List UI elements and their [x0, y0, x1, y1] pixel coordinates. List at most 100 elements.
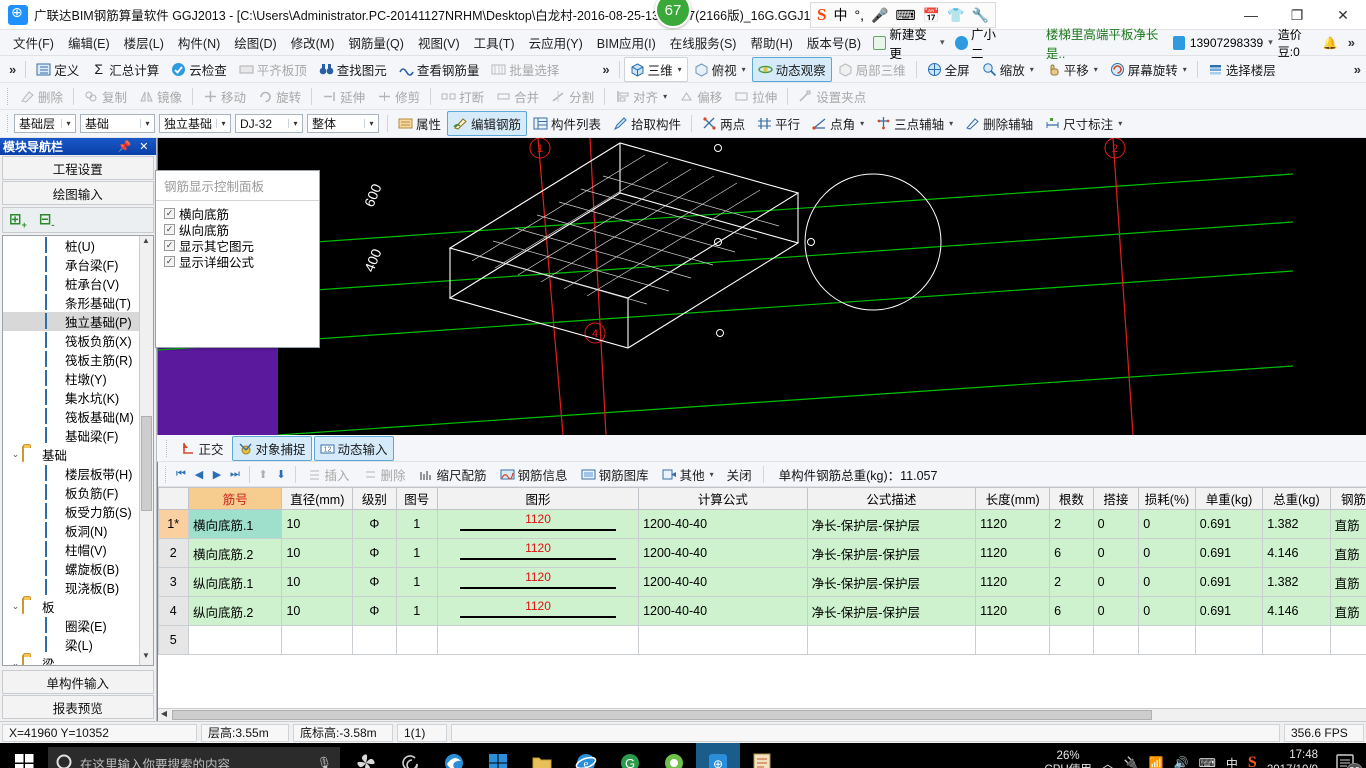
cell-count[interactable]: 6	[1049, 596, 1094, 626]
tree-item[interactable]: 基础梁(F)	[3, 426, 153, 445]
tree-item[interactable]: 桩(U)	[3, 236, 153, 255]
grip-handle[interactable]	[164, 465, 169, 483]
cell-unitw[interactable]	[1194, 625, 1264, 655]
find-element-button[interactable]: 查找图元	[313, 57, 393, 82]
table-row[interactable]: 1* 横向底筋.1 10 Φ 1 1120 1200-40-40 净长-保护层-保护层 1120…	[157, 509, 1366, 539]
table-header-rowno[interactable]	[157, 487, 189, 510]
cell-totalw[interactable]: 1.382	[1262, 509, 1331, 539]
trim-button[interactable]: 修剪	[371, 84, 426, 109]
tree-folder[interactable]: ⌄ 基础	[3, 445, 153, 464]
checkbox-icon[interactable]: ✓	[164, 239, 175, 251]
search-box[interactable]: 在这里输入你要搜索的内容 🎙	[48, 747, 340, 768]
cell-formula[interactable]: 1200-40-40	[638, 596, 808, 626]
cell-name[interactable]: 横向底筋.1	[187, 509, 283, 539]
chevron-down-icon[interactable]: ⌄	[9, 601, 22, 612]
ime-lang-indicator[interactable]: 中	[1226, 755, 1238, 768]
tree-item[interactable]: 楼层板带(H)	[3, 464, 153, 483]
first-record-button[interactable]: ⏮	[173, 468, 190, 481]
chevron-down-icon[interactable]: ▾	[1094, 65, 1098, 74]
view-3d-button[interactable]: 三维 ▾	[623, 56, 688, 82]
bell-icon[interactable]: 🔔	[1323, 36, 1338, 50]
menu-item-edit[interactable]: 编辑(E)	[61, 30, 117, 55]
tree-item[interactable]: 桩承台(V)	[3, 274, 153, 293]
taskbar-app-store[interactable]	[476, 743, 520, 768]
cell-formula[interactable]: 1200-40-40	[638, 538, 808, 568]
tree-item[interactable]: 现浇板(B)	[3, 578, 153, 597]
last-record-button[interactable]: ⏭	[227, 468, 244, 481]
cell-totalw[interactable]	[1262, 625, 1331, 655]
cell-figno[interactable]: 1	[395, 596, 438, 626]
table-header-shape[interactable]: 图形	[436, 487, 640, 510]
user-account-button[interactable]: 广小二	[950, 22, 1012, 64]
scroll-up-icon[interactable]: ▲	[140, 236, 153, 250]
drawing-viewport[interactable]: 1 2 4 600 400	[156, 138, 1366, 435]
sidebar-button-project-settings[interactable]: 工程设置	[2, 156, 154, 180]
insert-row-button[interactable]: 插入	[301, 462, 356, 487]
cell-lap[interactable]: 0	[1092, 567, 1140, 597]
extend-button[interactable]: 延伸	[316, 84, 371, 109]
tray-expand-icon[interactable]: ︿	[1102, 755, 1114, 768]
tree-item[interactable]: 条形基础(T)	[3, 293, 153, 312]
tree-item[interactable]: 柱帽(V)	[3, 540, 153, 559]
chevron-down-icon[interactable]: ▾	[61, 119, 75, 128]
cell-desc[interactable]: 净长-保护层-保护层	[806, 567, 977, 597]
cell-formula[interactable]: 1200-40-40	[638, 567, 808, 597]
tree-item[interactable]: 承台梁(F)	[3, 255, 153, 274]
cell-rowno[interactable]: 2	[157, 538, 189, 568]
cell-count[interactable]	[1049, 625, 1094, 655]
cell-name[interactable]	[187, 625, 283, 655]
cell-loss[interactable]	[1138, 625, 1196, 655]
floor-combo[interactable]: 基础层 ▾	[14, 114, 76, 133]
cell-figno[interactable]	[395, 625, 438, 655]
table-header-length[interactable]: 长度(mm)	[975, 487, 1051, 510]
cell-loss[interactable]: 0	[1138, 567, 1196, 597]
table-header-name[interactable]: 筋号	[187, 487, 283, 510]
batch-select-button[interactable]: 批量选择	[485, 57, 565, 82]
cell-grade[interactable]: Φ	[352, 596, 397, 626]
cell-cat[interactable]	[1329, 625, 1366, 655]
cell-diameter[interactable]: 10	[281, 567, 354, 597]
cell-desc[interactable]	[806, 625, 977, 655]
cell-figno[interactable]: 1	[395, 509, 438, 539]
component-list-button[interactable]: 构件列表	[527, 111, 607, 136]
chevron-down-icon[interactable]: ▾	[1268, 37, 1273, 48]
taskbar-app-folder[interactable]	[520, 743, 564, 768]
table-header-cat[interactable]: 钢筋归类	[1329, 487, 1366, 510]
dynamic-observe-button[interactable]: 动态观察	[751, 56, 832, 82]
chevron-down-icon[interactable]: ▾	[742, 65, 746, 74]
hscroll-thumb[interactable]	[171, 710, 1152, 720]
parallel-axis-button[interactable]: 平行	[751, 111, 806, 136]
cell-rowno[interactable]: 5	[157, 625, 189, 655]
tree-item[interactable]: 柱墩(Y)	[3, 369, 153, 388]
table-hscrollbar[interactable]: ◀ ▶	[157, 708, 1366, 721]
next-record-button[interactable]: ▶	[209, 468, 226, 481]
taskbar-app-pinwheel[interactable]	[344, 743, 388, 768]
cell-length[interactable]	[975, 625, 1051, 655]
two-point-axis-button[interactable]: 两点	[696, 111, 751, 136]
cell-length[interactable]: 1120	[975, 538, 1051, 568]
chevron-down-icon[interactable]: ▾	[1118, 119, 1122, 128]
split-button[interactable]: 分割	[545, 84, 600, 109]
menu-item-floor[interactable]: 楼层(L)	[117, 30, 171, 55]
menu-item-view[interactable]: 视图(V)	[411, 30, 467, 55]
cell-cat[interactable]: 直筋	[1329, 596, 1366, 626]
table-header-totalw[interactable]: 总重(kg)	[1262, 487, 1331, 510]
merge-button[interactable]: 合并	[490, 84, 545, 109]
scroll-thumb[interactable]	[140, 416, 152, 511]
mirror-button[interactable]: 镜像	[133, 84, 188, 109]
tree-item[interactable]: 筏板主筋(R)	[3, 350, 153, 369]
menu-item-draw[interactable]: 绘图(D)	[227, 30, 283, 55]
cell-lap[interactable]	[1092, 625, 1140, 655]
checkbox-icon[interactable]: ✓	[164, 255, 175, 267]
cell-unitw[interactable]: 0.691	[1194, 509, 1264, 539]
chevron-down-icon[interactable]: ▾	[678, 65, 682, 74]
object-snap-button[interactable]: 对象捕捉	[231, 435, 312, 461]
component-combo[interactable]: DJ-32 ▾	[235, 114, 303, 133]
cell-grade[interactable]: Φ	[352, 509, 397, 539]
dimension-button[interactable]: 尺寸标注 ▾	[1039, 111, 1128, 136]
category-combo[interactable]: 基础 ▾	[80, 114, 155, 133]
sidebar-button-single-component[interactable]: 单构件输入	[2, 670, 154, 694]
chevron-down-icon[interactable]: ▾	[140, 119, 154, 128]
chevron-down-icon[interactable]: ▾	[288, 119, 302, 128]
point-angle-axis-button[interactable]: 点角 ▾	[806, 111, 870, 136]
